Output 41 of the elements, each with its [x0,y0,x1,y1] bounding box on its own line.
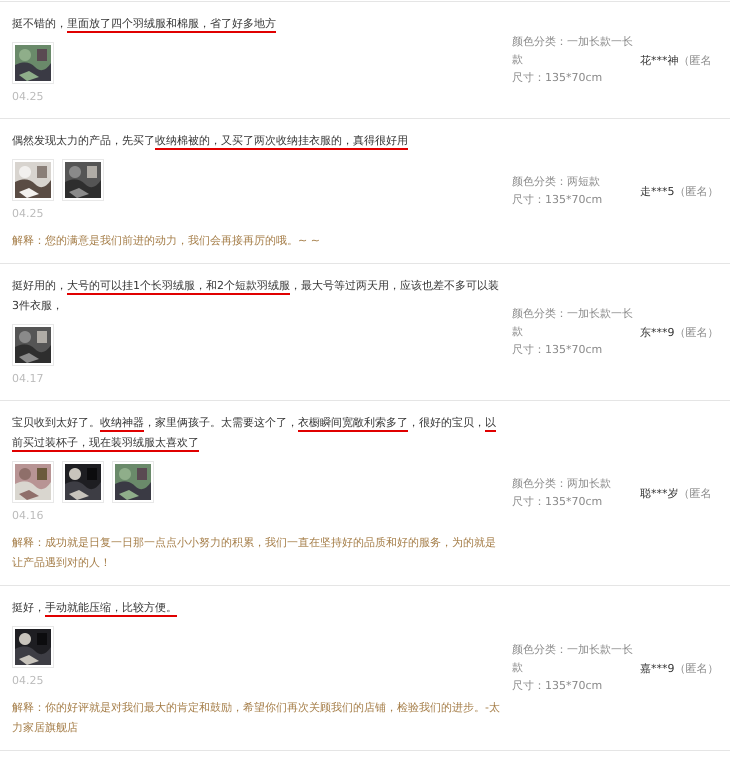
anonymous-label: （匿名 [678,52,712,68]
review-text: 挺好用的，大号的可以挂1个长羽绒服，和2个短款羽绒服，最大号等过两天用，应该也差不多可以装3件衣服， [12,278,500,314]
seller-reply: 解释：您的满意是我们前进的动力，我们会再接再厉的哦。~ ~ [12,233,321,249]
anonymous-label: （匿名） [674,324,718,340]
user-name: 东***9 [640,324,674,340]
seller-reply: 解释：成功就是日复一日那一点点小小努力的积累，我们一直在坚持好的品质和好的服务，为的就是让产品遇到对的人！ [12,535,497,571]
photo-thumbnail[interactable] [62,461,104,503]
user-name: 花***神 [640,52,678,68]
photo-thumbnail[interactable] [112,461,154,503]
photo-thumbnail[interactable] [12,324,54,366]
review-text: 偶然发现太力的产品，先买了收纳棉被的，又买了两次收纳挂衣服的，真得很好用 [12,131,502,151]
photo-thumbnail[interactable] [12,42,54,84]
review-date: 04.17 [12,371,44,387]
sku-info: 尺寸：135*70cm [512,494,604,510]
review-date: 04.25 [12,89,44,105]
photo-thumbnail[interactable] [12,159,54,201]
anonymous-label: （匿名） [674,184,718,198]
user-name: 嘉***9 [640,660,674,676]
sku-info: 颜色分类：两加长款 [512,476,612,492]
sku-info: 颜色分类：一加长款一长款 [512,642,634,676]
seller-reply: 解释：你的好评就是对我们最大的肯定和鼓励，希望你们再次关顾我们的店铺，检验我们的进步。-太力家居旗舰店 [12,700,501,736]
review-text: 挺好，手动就能压缩，比较方便。 [12,598,502,618]
sku-info: 尺寸：135*70cm [512,192,604,208]
photo-thumbnail[interactable] [62,159,104,201]
user-name: 聪***岁 [640,486,678,500]
sku-info: 颜色分类：两短款 [512,174,601,190]
review-text: 挺不错的，里面放了四个羽绒服和棉服，省了好多地方 [12,14,502,34]
review-date: 04.25 [12,673,44,689]
photo-thumbnail[interactable] [12,461,54,503]
review-date: 04.25 [12,206,44,222]
user-name: 走***5 [640,184,674,198]
anonymous-label: （匿名 [678,486,712,500]
review-date: 04.16 [12,508,44,524]
sku-info: 尺寸：135*70cm [512,70,604,86]
sku-info: 尺寸：135*70cm [512,342,604,358]
anonymous-label: （匿名） [674,660,718,676]
sku-info: 尺寸：135*70cm [512,678,604,694]
sku-info: 颜色分类：一加长款一长款 [512,306,634,340]
sku-info: 颜色分类：一加长款一长款 [512,34,634,68]
review-text: 宝贝收到太好了。收纳神器，家里俩孩子。太需要这个了，衣橱瞬间宽敞利索多了，很好的宝贝，以前买过装杯子，现在装羽绒服太喜欢了 [12,413,502,453]
photo-thumbnail[interactable] [12,626,54,668]
